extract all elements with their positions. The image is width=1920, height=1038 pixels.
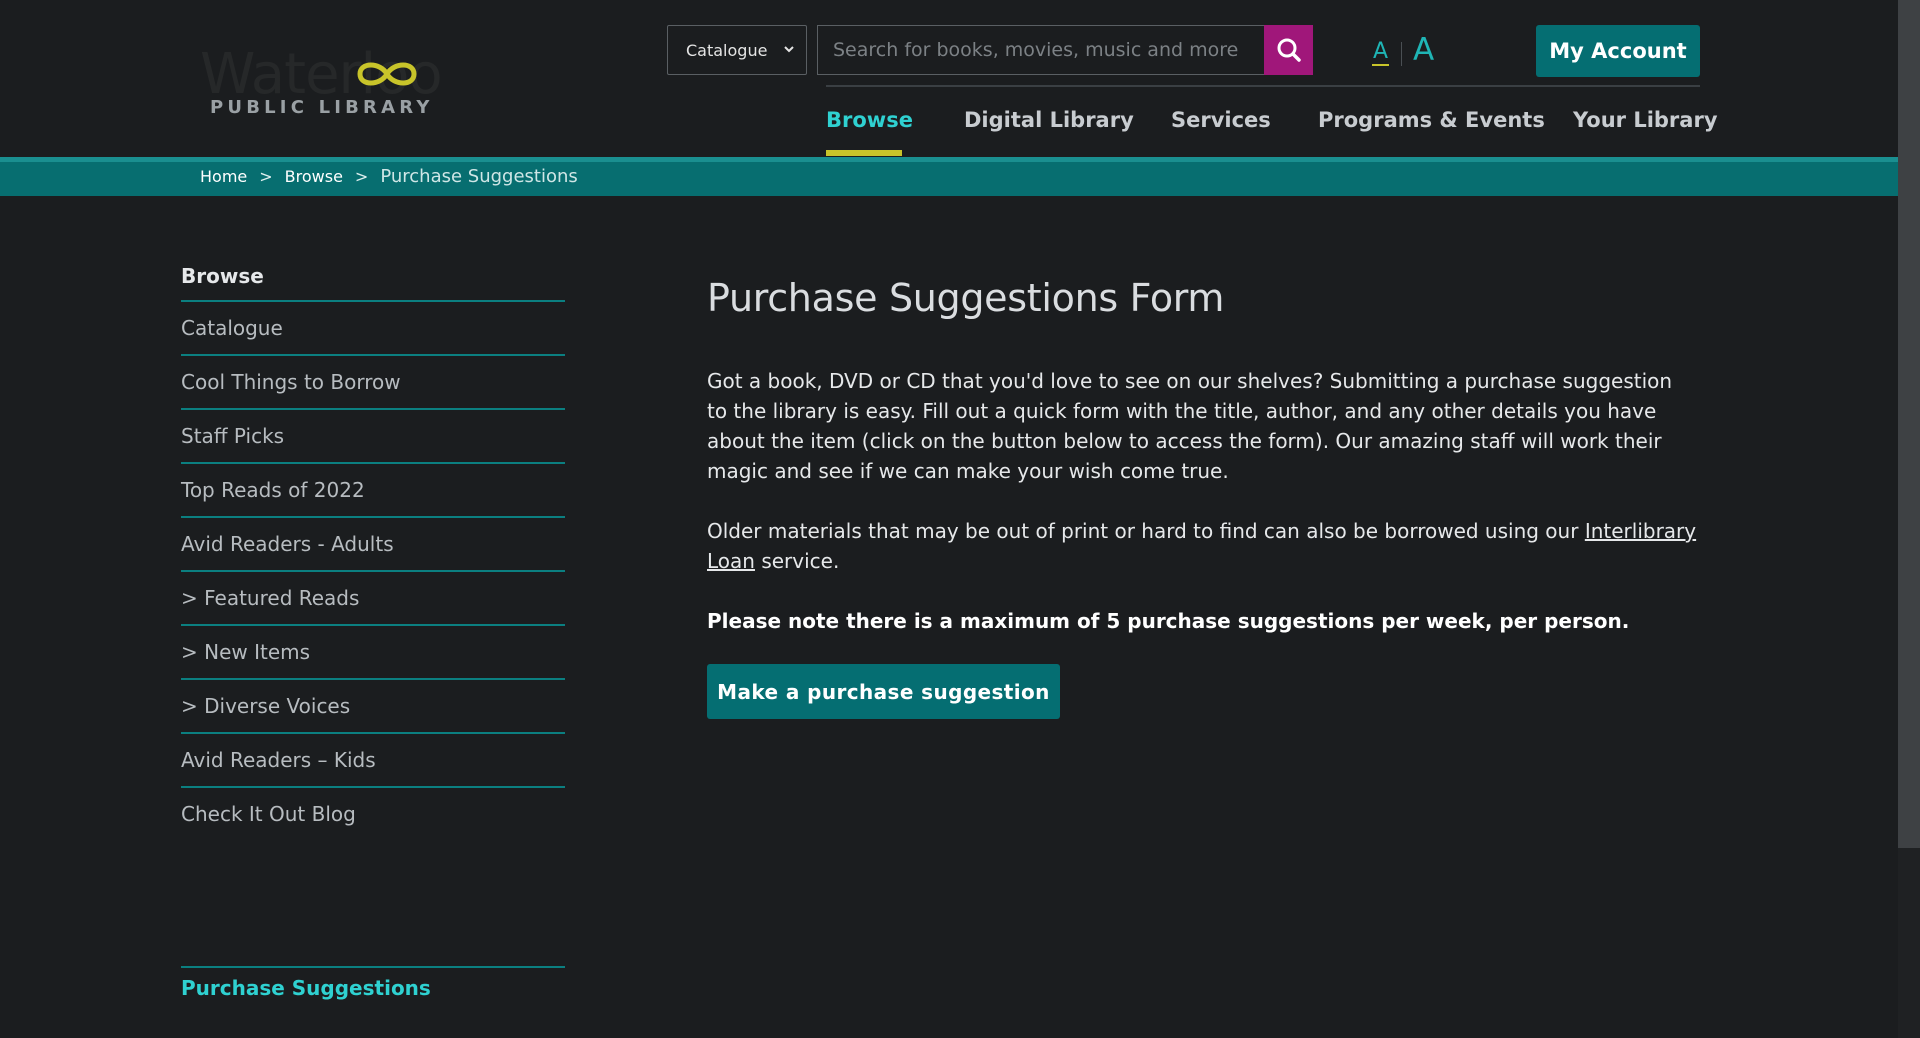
interlibrary-paragraph: Older materials that may be out of print… <box>707 516 1697 576</box>
scrollbar[interactable] <box>1898 0 1920 1038</box>
chevron-down-icon <box>784 46 794 53</box>
sidebar-item-check-it-out-blog[interactable]: Check It Out Blog <box>181 788 565 842</box>
search-placeholder: Search for books, movies, music and more <box>833 39 1239 61</box>
search-input[interactable]: Search for books, movies, music and more <box>817 25 1265 75</box>
infinity-icon <box>357 62 417 86</box>
nav-active-indicator <box>826 150 902 156</box>
my-account-button[interactable]: My Account <box>1536 25 1700 77</box>
breadcrumb-current: Purchase Suggestions <box>380 166 578 187</box>
sidebar-heading[interactable]: Browse <box>181 250 565 302</box>
sidebar-item-top-reads[interactable]: Top Reads of 2022 <box>181 464 565 518</box>
nav-item-services[interactable]: Services <box>1171 108 1271 156</box>
main-content: Purchase Suggestions Form Got a book, DV… <box>707 270 1697 719</box>
sidebar-item-catalogue[interactable]: Catalogue <box>181 302 565 356</box>
make-purchase-suggestion-button[interactable]: Make a purchase suggestion <box>707 664 1060 719</box>
breadcrumb-separator: > <box>259 167 273 186</box>
main-nav: Browse Digital Library Services Programs… <box>0 108 1898 158</box>
sidebar-item-diverse-voices[interactable]: > Diverse Voices <box>181 680 565 734</box>
interlibrary-text-before: Older materials that may be out of print… <box>707 519 1585 543</box>
text-size-small-button[interactable]: A <box>1372 40 1390 66</box>
text-size-large-button[interactable]: A <box>1413 33 1434 67</box>
search-button[interactable] <box>1264 25 1313 75</box>
site-header: Waterloo PUBLIC LIBRARY Catalogue Search… <box>0 0 1898 157</box>
search-icon <box>1277 38 1301 62</box>
interlibrary-text-after: service. <box>754 549 840 573</box>
breadcrumb-bar: Home > Browse > Purchase Suggestions <box>0 157 1898 196</box>
sidebar-item-new-items[interactable]: > New Items <box>181 626 565 680</box>
sidebar-item-avid-readers-adults[interactable]: Avid Readers - Adults <box>181 518 565 572</box>
search-scope-value: Catalogue <box>686 40 768 60</box>
search-scope-select[interactable]: Catalogue <box>667 25 807 75</box>
sidebar-item-staff-picks[interactable]: Staff Picks <box>181 410 565 464</box>
page-title: Purchase Suggestions Form <box>707 276 1225 320</box>
nav-item-programs-events[interactable]: Programs & Events <box>1318 108 1545 156</box>
intro-paragraph: Got a book, DVD or CD that you'd love to… <box>707 369 1673 483</box>
sidebar-nav: Browse Catalogue Cool Things to Borrow S… <box>181 250 565 842</box>
limit-note: Please note there is a maximum of 5 purc… <box>707 609 1630 633</box>
header-divider <box>826 85 1700 87</box>
nav-item-browse[interactable]: Browse <box>826 108 913 156</box>
sidebar-item-purchase-suggestions[interactable]: Purchase Suggestions <box>181 966 565 1000</box>
breadcrumb-home[interactable]: Home <box>200 167 247 186</box>
text-size-divider <box>1401 42 1402 66</box>
breadcrumb: Home > Browse > Purchase Suggestions <box>200 166 578 187</box>
scrollbar-thumb[interactable] <box>1898 0 1920 848</box>
sidebar-item-cool-things[interactable]: Cool Things to Borrow <box>181 356 565 410</box>
sidebar-item-featured-reads[interactable]: > Featured Reads <box>181 572 565 626</box>
nav-item-your-library[interactable]: Your Library <box>1573 108 1718 156</box>
nav-item-digital-library[interactable]: Digital Library <box>964 108 1134 156</box>
sidebar-item-avid-readers-kids[interactable]: Avid Readers – Kids <box>181 734 565 788</box>
breadcrumb-browse[interactable]: Browse <box>285 167 343 186</box>
breadcrumb-separator: > <box>354 167 369 186</box>
